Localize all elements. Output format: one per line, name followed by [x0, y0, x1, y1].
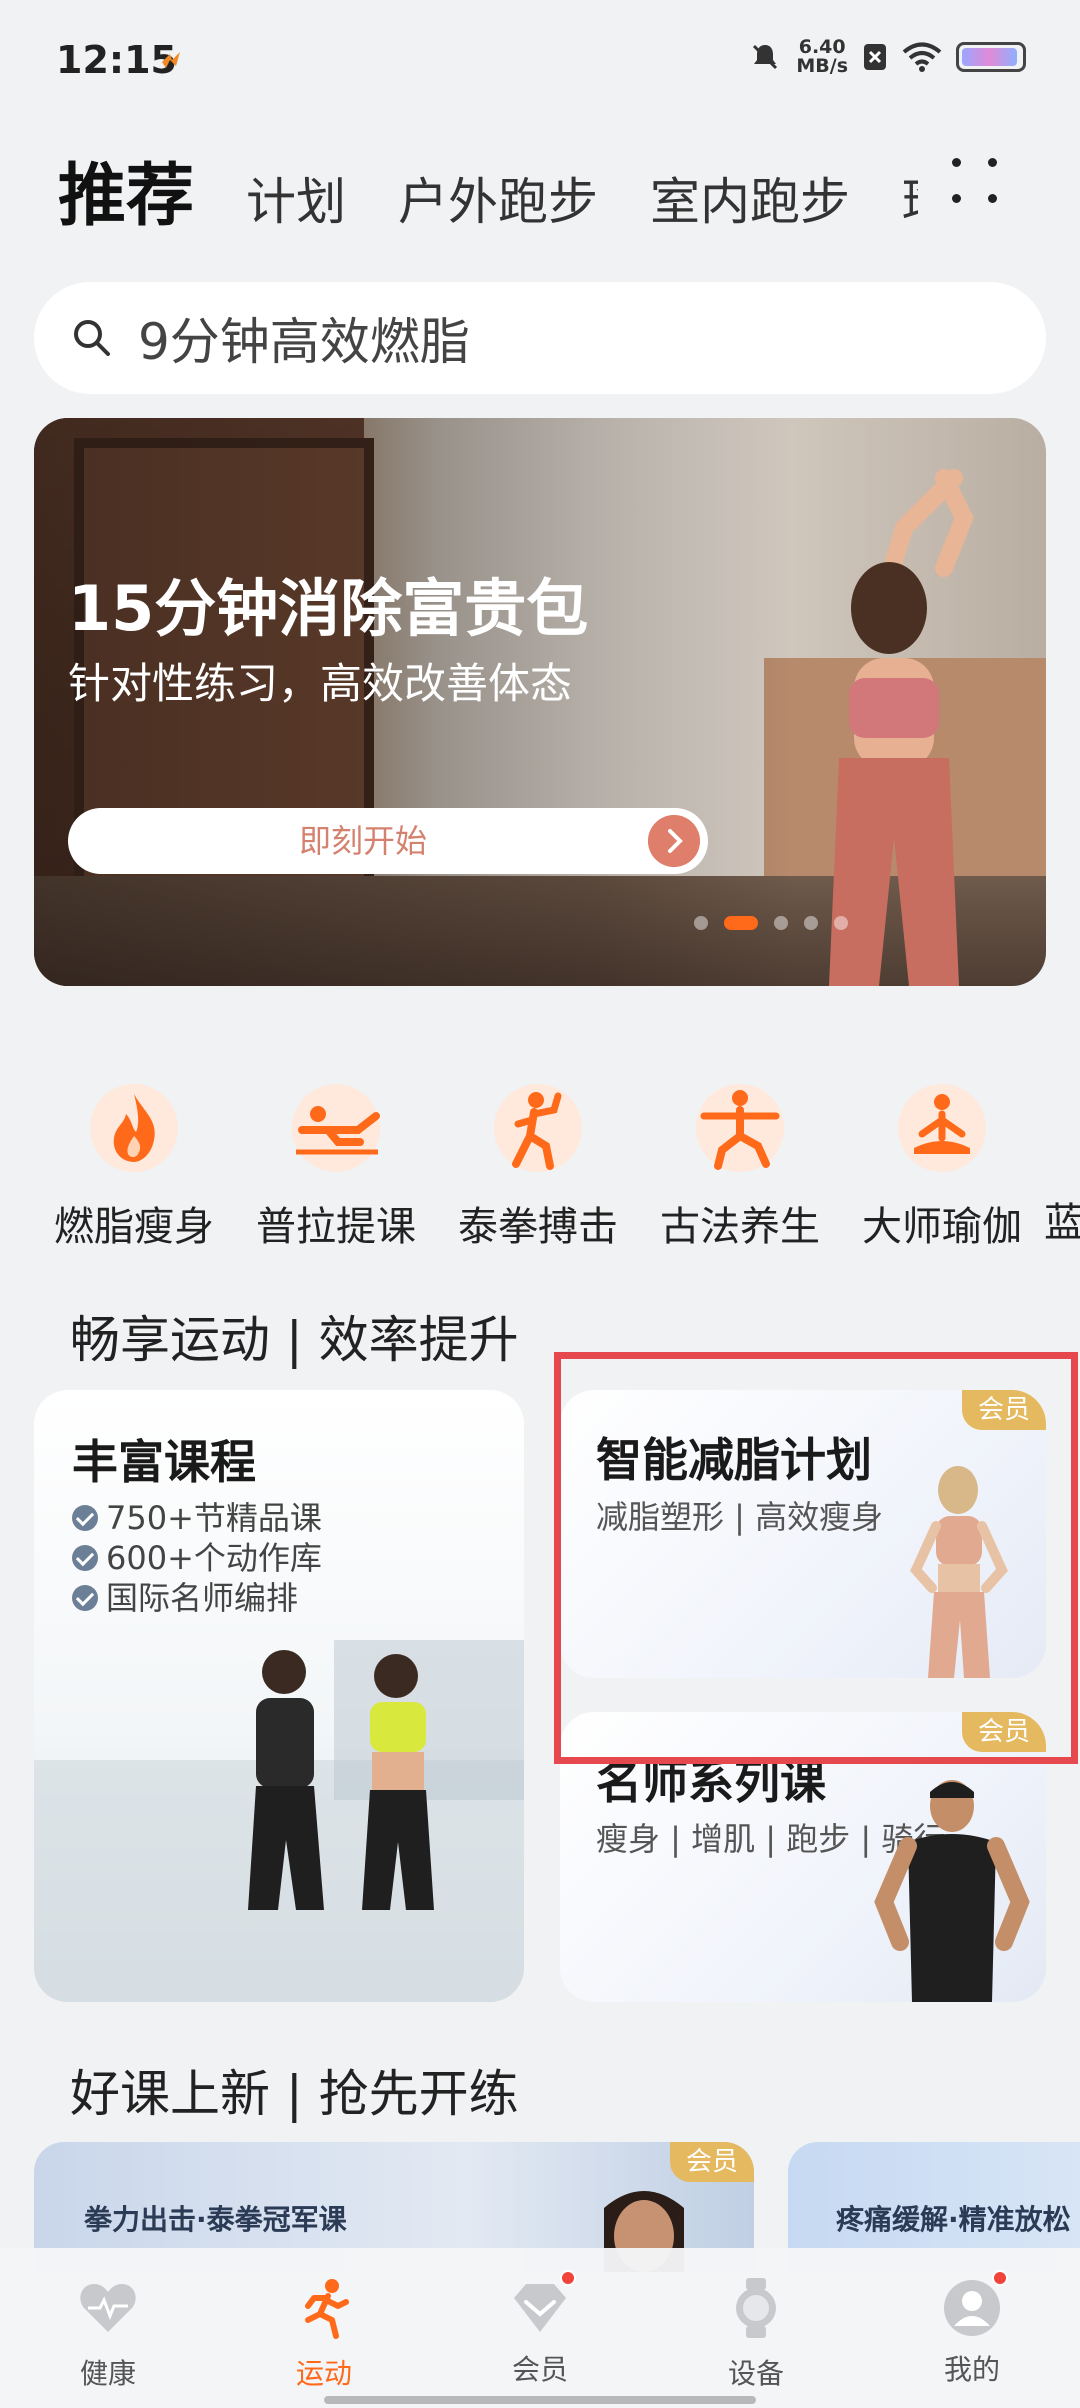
start-now-button[interactable]: 即刻开始 [68, 808, 708, 874]
tab-yoga[interactable]: 瑜 [902, 162, 918, 234]
charging-app-icon [162, 52, 180, 68]
feature-text: 600+个动作库 [106, 1539, 322, 1577]
taichi-icon [696, 1084, 784, 1172]
category-label: 古法养生 [660, 1204, 820, 1250]
status-bar: 12:15 6.40 MB/s [0, 0, 1080, 120]
section-title-benefits: 畅享运动 | 效率提升 [70, 1311, 519, 1369]
new-course-title: 疼痛缓解·精准放松 [836, 2203, 1071, 2236]
heart-icon [80, 2284, 136, 2332]
feature-item: 750+节精品课 [72, 1498, 322, 1538]
trainer-man-image [874, 1780, 1030, 2002]
tab-plan[interactable]: 计划 [246, 162, 346, 234]
home-indicator[interactable] [324, 2396, 756, 2404]
network-speed-unit: MB/s [796, 55, 848, 77]
nav-label: 我的 [943, 2353, 1000, 2386]
category-yoga[interactable]: 大师瑜伽 [842, 1080, 1042, 1252]
sim-off-icon [864, 44, 886, 70]
category-wellness[interactable]: 古法养生 [640, 1080, 840, 1252]
tab-indoor-run[interactable]: 室内跑步 [650, 162, 850, 234]
category-more[interactable]: 蓝 [1044, 1080, 1080, 1248]
trainers-image [34, 1640, 524, 2002]
check-icon [72, 1545, 98, 1571]
category-label: 普拉提课 [256, 1204, 416, 1250]
category-label: 泰拳搏击 [458, 1204, 618, 1250]
start-now-label: 即刻开始 [298, 822, 427, 860]
category-label: 蓝 [1044, 1200, 1080, 1246]
wifi-icon [902, 42, 942, 72]
tab-outdoor-run[interactable]: 户外跑步 [398, 162, 598, 234]
runner-icon [305, 2279, 349, 2339]
feature-text: 750+节精品课 [106, 1499, 322, 1537]
top-tabs: 推荐 计划 户外跑步 室内跑步 瑜 [58, 140, 918, 240]
chevron-right-icon [648, 815, 700, 867]
category-label: 大师瑜伽 [862, 1204, 1022, 1250]
search-icon [74, 320, 110, 356]
search-input[interactable]: 9分钟高效燃脂 [34, 282, 1046, 394]
watch-icon [736, 2278, 776, 2338]
notification-dot [560, 2270, 576, 2286]
rich-courses-card[interactable]: 丰富课程 750+节精品课 600+个动作库 国际名师编排 [34, 1390, 524, 2002]
member-badge: 会员 [670, 2142, 754, 2182]
nav-membership[interactable]: 会员 [470, 2270, 610, 2388]
category-row: 燃脂瘦身 普拉提课 泰拳搏击 古法养生 大师瑜伽 蓝 [0, 1080, 1080, 1260]
status-icons: 6.40 MB/s [748, 38, 1026, 76]
check-icon [72, 1505, 98, 1531]
category-pilates[interactable]: 普拉提课 [236, 1080, 436, 1252]
nav-profile[interactable]: 我的 [902, 2270, 1042, 2388]
carousel-dot-active [724, 916, 758, 930]
category-muay-thai[interactable]: 泰拳搏击 [438, 1080, 638, 1252]
battery-icon [956, 42, 1026, 72]
pilates-icon [292, 1084, 380, 1172]
category-fat-burn[interactable]: 燃脂瘦身 [34, 1080, 234, 1252]
yoga-icon [898, 1084, 986, 1172]
tab-recommended[interactable]: 推荐 [58, 140, 194, 239]
network-speed: 6.40 MB/s [796, 38, 848, 76]
nav-label: 健康 [79, 2357, 136, 2390]
notification-dot [992, 2270, 1008, 2286]
more-menu-icon[interactable] [948, 154, 1004, 210]
card-title: 丰富课程 [72, 1435, 256, 1489]
new-course-title: 拳力出击·泰拳冠军课 [84, 2203, 347, 2236]
mute-icon [753, 44, 778, 70]
boxing-icon [494, 1084, 582, 1172]
nav-label: 设备 [727, 2357, 784, 2390]
section-title-new-courses: 好课上新 | 抢先开练 [70, 2065, 519, 2123]
nav-label: 会员 [511, 2353, 568, 2386]
nav-exercise[interactable]: 运动 [254, 2276, 394, 2392]
carousel-indicator [694, 916, 848, 930]
search-placeholder: 9分钟高效燃脂 [138, 313, 470, 371]
nav-devices[interactable]: 设备 [686, 2276, 826, 2392]
banner-subtitle: 针对性练习，高效改善体态 [68, 659, 573, 708]
category-label: 燃脂瘦身 [54, 1204, 214, 1250]
profile-icon [944, 2280, 1000, 2336]
bottom-navigation: 健康 运动 会员 设备 我的 [0, 2248, 1080, 2408]
nav-label: 运动 [295, 2357, 352, 2390]
vip-diamond-icon [514, 2284, 566, 2332]
carousel-dot [774, 916, 788, 930]
carousel-dot [834, 916, 848, 930]
nav-health[interactable]: 健康 [38, 2276, 178, 2392]
promo-banner[interactable]: 15分钟消除富贵包 针对性练习，高效改善体态 即刻开始 [34, 418, 1046, 986]
flame-icon [90, 1084, 178, 1172]
carousel-dot [804, 916, 818, 930]
feature-item: 600+个动作库 [72, 1538, 322, 1578]
highlight-box [554, 1352, 1078, 1764]
banner-title: 15分钟消除富贵包 [68, 572, 589, 645]
carousel-dot [694, 916, 708, 930]
